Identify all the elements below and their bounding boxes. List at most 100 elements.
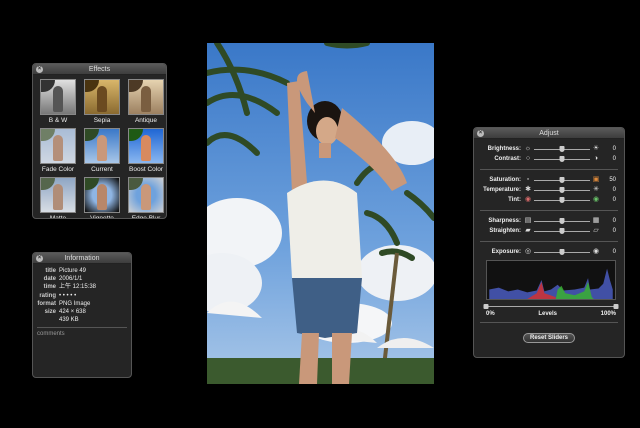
effect-thumbnail[interactable] (84, 79, 120, 115)
effect-thumbnail[interactable] (40, 177, 76, 213)
adjust-panel: × Adjust Brightness: ☼ ☀ 0 Contrast: ○ ◑ 0 Satu… (473, 127, 625, 358)
exposure-slider-knob[interactable] (559, 249, 565, 255)
effect-label: Matte (49, 215, 67, 219)
info-value: 424 × 638 (59, 309, 86, 316)
adjust-slider-knob[interactable] (559, 218, 565, 224)
adjust-slider-knob[interactable] (559, 177, 565, 183)
sun-small-icon: ☼ (524, 145, 532, 152)
saturation-high-icon: ▣ (592, 176, 600, 183)
close-icon[interactable]: × (477, 130, 484, 137)
divider (480, 169, 618, 170)
effect-thumbnail[interactable] (40, 128, 76, 164)
adjust-title-bar[interactable]: × Adjust (474, 128, 624, 139)
info-rows: title Picture 49 date 2006/1/1 time 上午 12:15:… (37, 267, 127, 324)
info-value[interactable]: Picture 49 (59, 267, 86, 275)
reset-sliders-button[interactable]: Reset Sliders (522, 333, 576, 343)
effect-label: Vignette (90, 215, 114, 219)
divider (37, 327, 127, 329)
effect-label: Sepia (93, 117, 111, 124)
levels-white-point-knob[interactable] (613, 304, 619, 309)
exposure-low-icon: ◎ (524, 248, 532, 255)
adjust-slider-knob[interactable] (559, 228, 565, 234)
info-row: 439 KB (37, 316, 127, 324)
effect-label: Boost Color (129, 166, 163, 173)
adjust-label: Straighten: (489, 228, 521, 234)
effect-item[interactable]: Sepia (82, 79, 122, 124)
adjust-label: Brightness: (487, 146, 521, 152)
information-title: Information (64, 255, 100, 262)
adjust-slider[interactable] (534, 196, 590, 204)
adjust-value: 0 (612, 228, 616, 234)
tilt-right-icon: ▱ (593, 227, 599, 234)
effect-thumbnail[interactable] (84, 128, 120, 164)
info-value: 上午 12:15:38 (59, 284, 97, 291)
adjust-slider[interactable] (534, 176, 590, 184)
info-row: size 424 × 638 (37, 308, 127, 316)
effect-thumbnail[interactable] (84, 177, 120, 213)
histogram (486, 260, 616, 300)
adjust-label: Contrast: (494, 156, 521, 162)
info-value[interactable]: • • • • • (59, 292, 76, 300)
photo-image (207, 43, 434, 384)
info-key: time (43, 284, 56, 291)
effect-label: Edge Blur (131, 215, 161, 219)
divider (480, 210, 618, 211)
exposure-label: Exposure: (491, 249, 521, 255)
adjust-slider[interactable] (534, 155, 590, 163)
info-key: rating (39, 292, 56, 299)
adjust-row: Tint: ◉ ◉ 0 (480, 195, 618, 205)
effect-thumbnail[interactable] (40, 79, 76, 115)
effect-label: Current (91, 166, 113, 173)
info-key: title (45, 268, 56, 274)
adjust-slider-knob[interactable] (559, 187, 565, 193)
info-row: date 2006/1/1 (37, 275, 127, 283)
effect-item[interactable]: B & W (38, 79, 78, 124)
levels-label: Levels (538, 311, 557, 317)
adjust-row: Saturation: ▫ ▣ 50 (480, 175, 618, 185)
adjust-slider[interactable] (534, 186, 590, 194)
effect-item[interactable]: Boost Color (126, 128, 166, 173)
levels-slider[interactable] (483, 304, 619, 310)
adjust-label: Sharpness: (488, 218, 521, 224)
close-icon[interactable]: × (36, 66, 43, 73)
cool-icon: ✱ (525, 186, 531, 193)
information-title-bar[interactable]: × Information (33, 253, 131, 264)
adjust-value: 50 (609, 177, 616, 183)
info-key: format (37, 300, 56, 307)
effect-item[interactable]: Current (82, 128, 122, 173)
effect-item[interactable]: Fade Color (38, 128, 78, 173)
adjust-slider[interactable] (534, 217, 590, 225)
adjust-slider[interactable] (534, 227, 590, 235)
divider (480, 322, 618, 323)
effect-item[interactable]: Antique (126, 79, 166, 124)
adjust-slider[interactable] (534, 145, 590, 153)
effects-title-bar[interactable]: × Effects (33, 64, 166, 75)
info-value: 439 KB (59, 317, 79, 324)
exposure-slider[interactable] (534, 248, 590, 256)
effect-item[interactable]: Matte (38, 177, 78, 219)
adjust-slider-knob[interactable] (559, 146, 565, 152)
info-key (37, 316, 59, 324)
tint-red-icon: ◉ (524, 196, 532, 203)
adjust-title: Adjust (539, 130, 559, 137)
levels-min-label: 0% (486, 311, 495, 317)
effect-thumbnail[interactable] (128, 128, 164, 164)
photo-preview[interactable] (207, 43, 434, 384)
effect-label: Antique (134, 117, 158, 124)
adjust-value: 0 (612, 218, 616, 224)
effect-thumbnail[interactable] (128, 79, 164, 115)
tint-green-icon: ◉ (592, 196, 600, 203)
exposure-high-icon: ◉ (592, 248, 600, 255)
adjust-label: Tint: (508, 197, 521, 203)
effect-item[interactable]: Vignette (82, 177, 122, 219)
close-icon[interactable]: × (36, 255, 43, 262)
effect-item[interactable]: Edge Blur (126, 177, 166, 219)
adjust-slider-knob[interactable] (559, 156, 565, 162)
comments-field[interactable]: comments (37, 330, 127, 338)
adjust-slider-knob[interactable] (559, 197, 565, 203)
levels-max-label: 100% (600, 311, 616, 317)
info-row: title Picture 49 (37, 267, 127, 275)
blur-icon: ▤ (524, 217, 532, 224)
effect-thumbnail[interactable] (128, 177, 164, 213)
levels-black-point-knob[interactable] (483, 304, 489, 309)
